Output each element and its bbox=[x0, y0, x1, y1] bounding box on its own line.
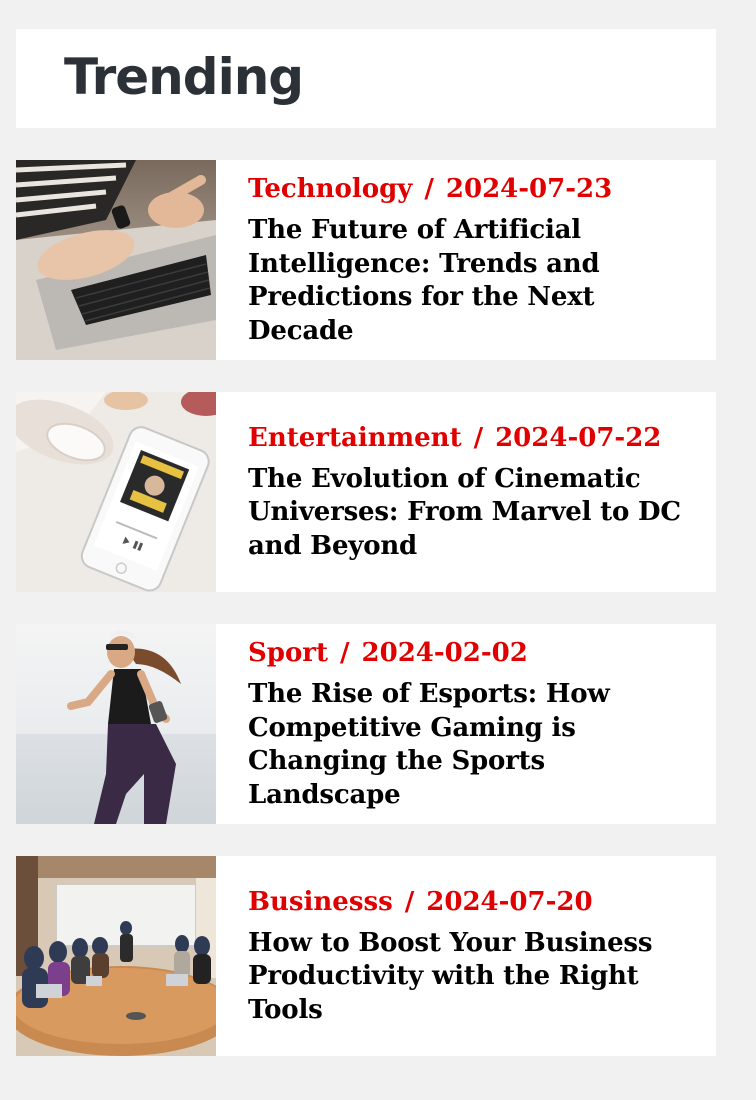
article-title-link[interactable]: The Evolution of Cinematic Universes: Fr… bbox=[248, 463, 696, 564]
meta-separator: / bbox=[424, 174, 434, 204]
article-title-link[interactable]: How to Boost Your Business Productivity … bbox=[248, 927, 696, 1028]
article-info: Entertainment / 2024-07-22 The Evolution o… bbox=[216, 392, 716, 592]
article-date: 2024-02-02 bbox=[361, 638, 528, 668]
article-meta: Entertainment / 2024-07-22 bbox=[248, 421, 696, 455]
article-info: Businesss / 2024-07-20 How to Boost Your B… bbox=[216, 856, 716, 1056]
laptop-typing-image[interactable] bbox=[16, 160, 216, 360]
category-link[interactable]: Businesss bbox=[248, 887, 393, 917]
article-card-business[interactable]: Businesss / 2024-07-20 How to Boost Your B… bbox=[16, 856, 716, 1056]
meta-separator: / bbox=[404, 886, 415, 917]
article-meta: Sport / 2024-02-02 bbox=[248, 636, 696, 670]
article-card-technology[interactable]: Technology / 2024-07-23 The Future of Arti… bbox=[16, 160, 716, 360]
article-title-link[interactable]: The Future of Artificial Intelligence: T… bbox=[248, 214, 696, 348]
article-date: 2024-07-20 bbox=[426, 886, 593, 917]
article-card-sport[interactable]: Sport / 2024-02-02 The Rise of Esports: Ho… bbox=[16, 624, 716, 824]
article-card-entertainment[interactable]: Entertainment / 2024-07-22 The Evolution o… bbox=[16, 392, 716, 592]
article-date: 2024-07-23 bbox=[445, 174, 613, 204]
runner-image[interactable] bbox=[16, 624, 216, 824]
phone-audiobook-image[interactable] bbox=[16, 392, 216, 592]
meeting-room-image[interactable] bbox=[16, 856, 216, 1056]
article-date: 2024-07-22 bbox=[495, 422, 662, 453]
article-meta: Technology / 2024-07-23 bbox=[248, 172, 696, 206]
article-title-link[interactable]: The Rise of Esports: How Competitive Gam… bbox=[248, 678, 696, 812]
meta-separator: / bbox=[473, 422, 484, 453]
article-info: Sport / 2024-02-02 The Rise of Esports: Ho… bbox=[216, 624, 716, 824]
category-link[interactable]: Technology bbox=[248, 174, 412, 204]
section-title: Trending bbox=[64, 48, 304, 106]
category-link[interactable]: Sport bbox=[248, 638, 328, 668]
article-info: Technology / 2024-07-23 The Future of Arti… bbox=[216, 160, 716, 360]
trending-header: Trending bbox=[16, 29, 716, 128]
meta-separator: / bbox=[340, 638, 350, 668]
article-meta: Businesss / 2024-07-20 bbox=[248, 885, 696, 919]
category-link[interactable]: Entertainment bbox=[248, 423, 462, 453]
